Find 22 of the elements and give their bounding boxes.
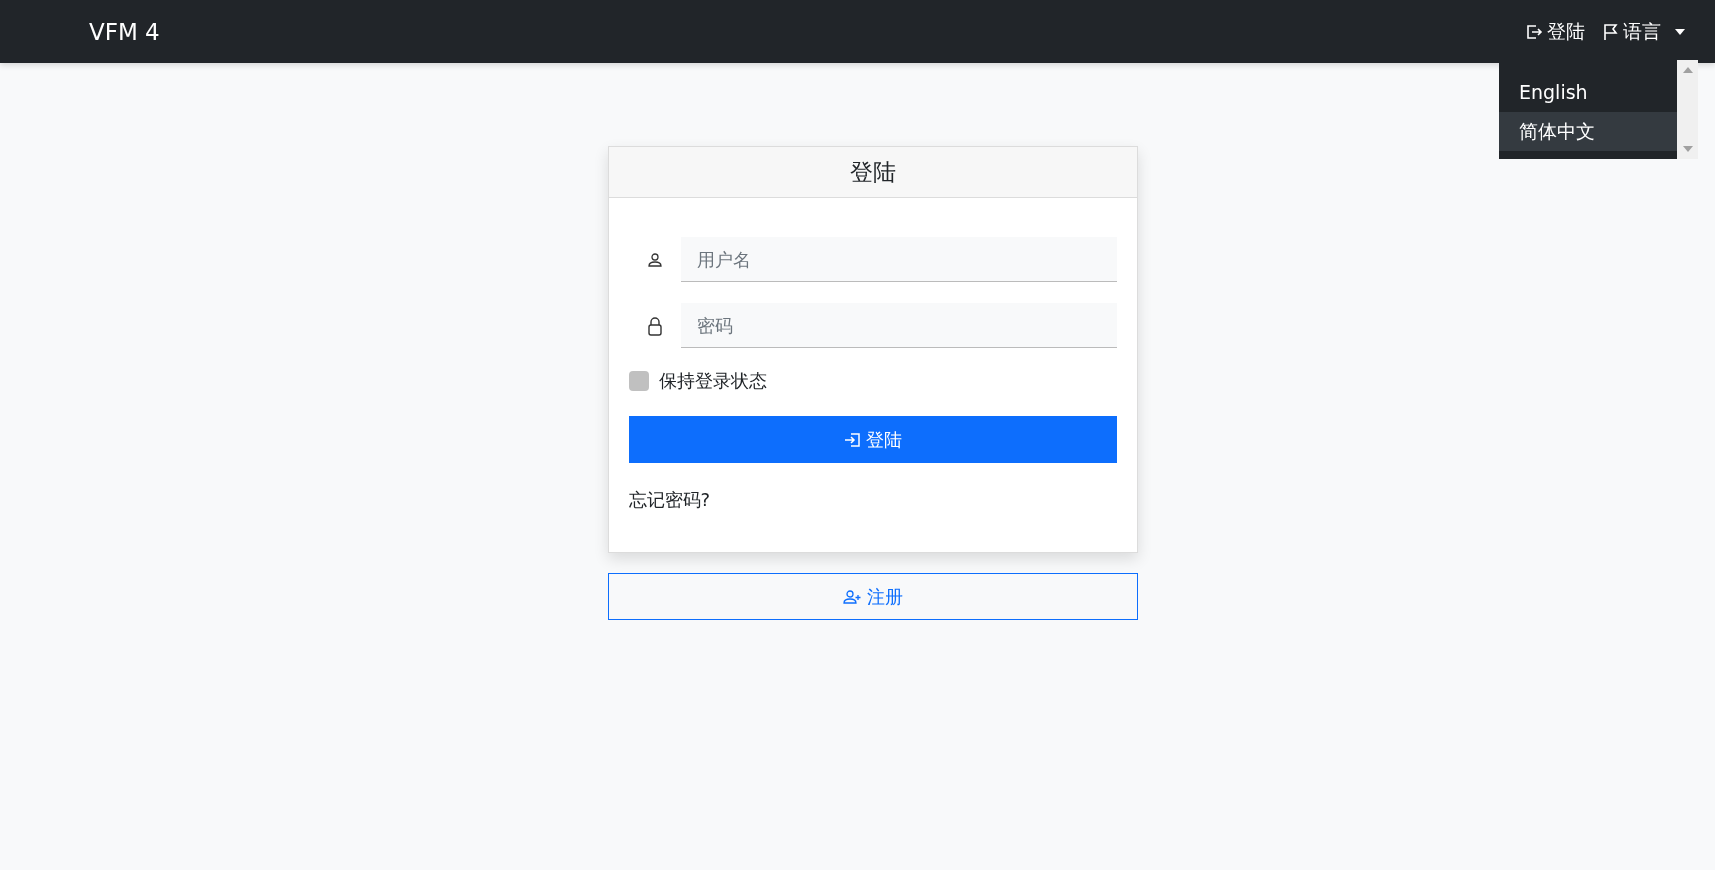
scroll-down-icon[interactable]: [1682, 145, 1693, 152]
language-dropdown[interactable]: 语言: [1603, 18, 1685, 45]
register-button[interactable]: 注册: [607, 573, 1138, 620]
language-option[interactable]: English: [1499, 72, 1677, 112]
scroll-up-icon[interactable]: [1682, 66, 1693, 73]
login-button[interactable]: 登陆: [628, 416, 1117, 463]
checkbox-label: 保持登录状态: [658, 369, 767, 393]
username-field[interactable]: 用户名: [680, 237, 1117, 282]
flag-icon: [1603, 22, 1619, 41]
sign-in-icon: [1525, 22, 1543, 41]
checkbox[interactable]: [628, 371, 649, 391]
caret-icon: [1675, 28, 1685, 35]
user-plus-icon: [842, 588, 863, 605]
login-link[interactable]: 登陆: [1525, 18, 1585, 45]
forgot-password-link[interactable]: 忘记密码?: [628, 488, 711, 512]
language-option[interactable]: 简体中文: [1499, 111, 1677, 151]
sign-in-icon: [843, 430, 862, 449]
lock-icon: [646, 315, 663, 336]
brand-link[interactable]: VFM 4: [89, 18, 160, 45]
user-icon: [646, 251, 663, 268]
password-field[interactable]: 密码: [680, 303, 1117, 348]
card-title: 登陆: [849, 157, 896, 187]
